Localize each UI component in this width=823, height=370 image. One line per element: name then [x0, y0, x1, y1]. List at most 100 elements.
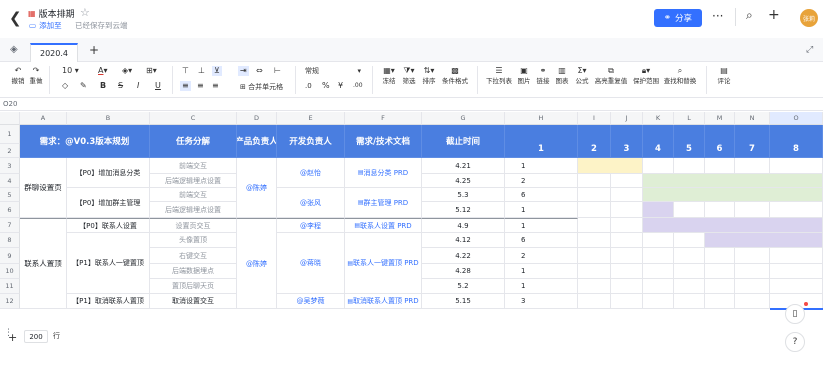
add-sheet-button[interactable]: + — [89, 43, 99, 57]
week-cell[interactable] — [674, 248, 705, 264]
italic-button[interactable]: I — [137, 81, 139, 91]
avatar[interactable]: 张莉 — [800, 9, 818, 27]
week-cell[interactable] — [735, 279, 770, 294]
duration-cell[interactable]: 1 — [505, 264, 578, 279]
strikethrough-button[interactable]: S — [118, 81, 123, 91]
column-header[interactable]: K — [643, 112, 674, 125]
week-cell[interactable] — [674, 233, 705, 248]
fill-color-button[interactable]: ◈▾ — [122, 66, 132, 76]
doc-title[interactable]: ▦ 版本排期 — [28, 7, 75, 20]
header-dev[interactable]: 开发负责人 — [277, 125, 345, 158]
decimal-icon[interactable]: .0 — [305, 81, 312, 91]
font-size-select[interactable]: 10 ▾ — [62, 66, 79, 76]
font-color-button[interactable]: A▾ — [98, 66, 108, 76]
freeze-button[interactable]: ▦▾ 冻结 — [378, 66, 400, 86]
border-button[interactable]: ⊞▾ — [146, 66, 157, 76]
clear-format-icon[interactable]: ◇ — [62, 81, 68, 91]
search-icon[interactable]: ⌕ — [746, 8, 753, 23]
row-header[interactable]: 8 — [0, 233, 20, 248]
week-cell[interactable] — [643, 233, 674, 248]
header-week[interactable]: 8 — [770, 125, 823, 158]
percent-button[interactable]: % — [322, 81, 330, 91]
gantt-bar[interactable] — [705, 233, 823, 248]
duration-cell[interactable]: 2 — [505, 248, 578, 264]
week-cell[interactable] — [578, 248, 611, 264]
week-cell[interactable] — [611, 233, 643, 248]
week-cell[interactable] — [643, 264, 674, 279]
add-rows-button[interactable]: + — [8, 331, 17, 344]
task-name[interactable]: 前端交互 — [150, 188, 237, 202]
align-left-icon[interactable]: ≡ — [180, 81, 191, 91]
feature-name[interactable]: 【P1】取消联系人置顶 — [67, 294, 150, 309]
image-button[interactable]: ▣ 图片 — [515, 66, 533, 86]
deadline-cell[interactable]: 4.12 — [422, 233, 505, 248]
week-cell[interactable] — [643, 248, 674, 264]
dev-owner[interactable]: @赵怡 — [277, 158, 345, 188]
week-cell[interactable] — [643, 279, 674, 294]
week-cell[interactable] — [705, 248, 735, 264]
header-week[interactable]: 7 — [735, 125, 770, 158]
week-cell[interactable] — [735, 264, 770, 279]
row-header[interactable]: 9 — [0, 248, 20, 264]
row-header[interactable]: 12 — [0, 294, 20, 309]
duration-cell[interactable]: 6 — [505, 233, 578, 248]
wrap-text-icon[interactable]: ⇥ — [238, 66, 249, 76]
week-cell[interactable] — [578, 264, 611, 279]
week-cell[interactable] — [705, 279, 735, 294]
dev-owner[interactable]: @李程 — [277, 218, 345, 233]
corner-cell[interactable] — [0, 112, 20, 125]
feature-name[interactable]: 【P0】增加消息分类 — [67, 158, 150, 188]
row-header[interactable]: 6 — [0, 202, 20, 218]
duration-cell[interactable]: 1 — [505, 158, 578, 174]
week-cell[interactable] — [735, 202, 770, 218]
column-header[interactable]: D — [237, 112, 277, 125]
decimal-increase-icon[interactable]: .00 — [353, 81, 363, 91]
column-header[interactable]: J — [611, 112, 643, 125]
column-header[interactable]: O — [770, 112, 823, 125]
dev-owner[interactable]: @蒋晓 — [277, 233, 345, 294]
week-cell[interactable] — [770, 158, 823, 174]
week-cell[interactable] — [611, 218, 643, 233]
format-painter-icon[interactable]: ✎ — [80, 81, 87, 91]
header-week[interactable]: 1 — [505, 125, 578, 158]
row-header[interactable]: 4 — [0, 174, 20, 188]
week-cell[interactable] — [643, 294, 674, 309]
week-cell[interactable] — [611, 294, 643, 309]
prd-link[interactable]: ▤ 取消联系人置顶 PRD — [345, 294, 422, 309]
column-header[interactable]: N — [735, 112, 770, 125]
header-doc[interactable]: 需求/技术文档 — [345, 125, 422, 158]
filter-button[interactable]: ⧩▾ 筛选 — [398, 66, 420, 86]
feature-name[interactable]: 【P0】联系人设置 — [67, 218, 150, 233]
add-to-folder[interactable]: ▭ 添加至 — [29, 20, 62, 31]
column-header[interactable]: G — [422, 112, 505, 125]
gantt-bar[interactable] — [643, 218, 823, 233]
feature-name[interactable]: 【P0】增加群主管理 — [67, 188, 150, 218]
task-name[interactable]: 置顶后聊天页 — [150, 279, 237, 294]
redo-button[interactable]: ↷ 重做 — [28, 66, 44, 86]
task-name[interactable]: 后端逻辑埋点设置 — [150, 202, 237, 218]
more-icon[interactable]: ··· — [712, 9, 723, 23]
week-cell[interactable] — [578, 279, 611, 294]
number-format-select[interactable]: 常规 ▾ — [305, 66, 361, 76]
row-header[interactable]: 11 — [0, 279, 20, 294]
duration-cell[interactable]: 1 — [505, 279, 578, 294]
duration-cell[interactable]: 6 — [505, 188, 578, 202]
deadline-cell[interactable]: 4.25 — [422, 174, 505, 188]
align-right-icon[interactable]: ≡ — [212, 81, 219, 91]
gantt-bar[interactable] — [643, 174, 823, 188]
row-header[interactable]: 3 — [0, 158, 20, 174]
group-label[interactable]: 群聊设置页 — [20, 158, 67, 218]
expand-icon[interactable]: ⤢ — [806, 45, 813, 55]
gantt-bar[interactable] — [643, 202, 674, 218]
clip-icon[interactable]: ⊢ — [274, 66, 281, 76]
week-cell[interactable] — [674, 202, 705, 218]
column-header[interactable]: M — [705, 112, 735, 125]
prd-link[interactable]: ▤ 群主管理 PRD — [345, 188, 422, 218]
align-middle-icon[interactable]: ⊥ — [198, 66, 205, 76]
tab-2020-4[interactable]: 2020.4 — [30, 43, 78, 62]
pm-owner[interactable]: @陈婷 — [237, 218, 277, 309]
merge-cells-button[interactable]: ⊞ 合并单元格 — [240, 82, 283, 92]
header-deadline[interactable]: 截止时间 — [422, 125, 505, 158]
week-cell[interactable] — [578, 188, 611, 202]
task-name[interactable]: 右键交互 — [150, 248, 237, 264]
